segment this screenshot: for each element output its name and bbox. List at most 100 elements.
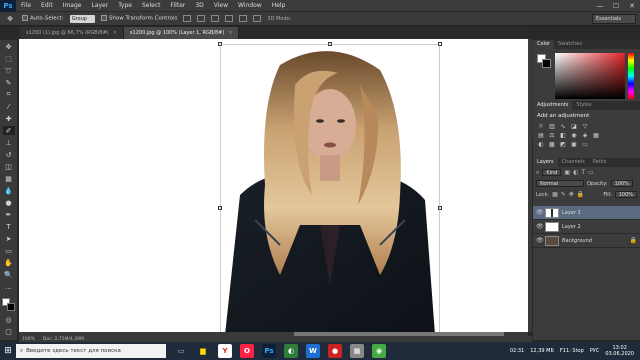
blur-tool-icon[interactable]: 💧	[3, 186, 15, 195]
clone-stamp-tool-icon[interactable]: ⊥	[3, 138, 15, 147]
close-button[interactable]: ✕	[624, 0, 640, 12]
tab-styles[interactable]: Styles	[572, 101, 595, 110]
tab-layers[interactable]: Layers	[533, 158, 558, 167]
align-middle-icon[interactable]	[197, 15, 206, 22]
levels-icon[interactable]: ▥	[548, 123, 556, 130]
menu-image[interactable]: Image	[58, 2, 87, 9]
app-red-icon[interactable]: ●	[328, 344, 342, 358]
layer-kind-dropdown[interactable]: Kind	[542, 169, 562, 176]
task-view-icon[interactable]: ▭	[174, 344, 188, 358]
background-color[interactable]	[542, 59, 551, 68]
menu-edit[interactable]: Edit	[36, 2, 58, 9]
menu-3d[interactable]: 3D	[190, 2, 208, 9]
hue-saturation-icon[interactable]: ▤	[537, 132, 545, 139]
move-tool-preset-icon[interactable]: ✥	[4, 14, 16, 23]
app-green-icon[interactable]: ◐	[284, 344, 298, 358]
opera-icon[interactable]: O	[240, 344, 254, 358]
app-gray-icon[interactable]: ▦	[350, 344, 364, 358]
auto-select-checkbox[interactable]: Auto-Select:	[22, 15, 64, 22]
transform-controls-checkbox[interactable]: Show Transform Controls	[100, 15, 177, 22]
language-indicator[interactable]: РУС	[590, 348, 600, 354]
curves-icon[interactable]: ∿	[559, 123, 567, 130]
dodge-tool-icon[interactable]: ●	[3, 198, 15, 207]
filter-pixel-icon[interactable]: ▣	[564, 169, 570, 176]
gradient-tool-icon[interactable]: ▦	[3, 174, 15, 183]
maximize-button[interactable]: ☐	[608, 0, 624, 12]
fill-field[interactable]: 100%	[614, 191, 637, 198]
close-icon[interactable]: ×	[113, 30, 117, 36]
color-balance-icon[interactable]: ⚖	[548, 132, 556, 139]
windows-start-button[interactable]: ⊞	[0, 342, 16, 360]
align-bottom-icon[interactable]	[211, 15, 220, 22]
lock-pixels-icon[interactable]: ✎	[561, 191, 566, 198]
file-explorer-icon[interactable]: ▆	[196, 344, 210, 358]
eye-icon[interactable]: 👁	[536, 209, 544, 216]
exposure-icon[interactable]: ◪	[570, 123, 578, 130]
posterize-icon[interactable]: ▩	[548, 141, 556, 148]
align-right-icon[interactable]	[253, 15, 262, 22]
healing-brush-tool-icon[interactable]: ✚	[3, 114, 15, 123]
pen-tool-icon[interactable]: ✒	[3, 210, 15, 219]
background-color-swatch[interactable]	[6, 303, 15, 311]
layer-row-layer-2[interactable]: 👁 Layer 2	[533, 220, 640, 234]
layer-row-background[interactable]: 👁 Background 🔒	[533, 234, 640, 248]
quick-select-tool-icon[interactable]: ✎	[3, 78, 15, 87]
hand-tool-icon[interactable]: ✋	[3, 258, 15, 267]
menu-layer[interactable]: Layer	[86, 2, 113, 9]
menu-type[interactable]: Type	[113, 2, 137, 9]
menu-view[interactable]: View	[209, 2, 233, 9]
move-tool-icon[interactable]: ✥	[3, 42, 15, 51]
align-center-icon[interactable]	[239, 15, 248, 22]
lock-position-icon[interactable]: ✥	[569, 191, 574, 198]
eye-icon[interactable]: 👁	[536, 223, 544, 230]
layer-row-layer-1[interactable]: 👁 Layer 1	[533, 206, 640, 220]
eraser-tool-icon[interactable]: ◫	[3, 162, 15, 171]
invert-icon[interactable]: ◐	[537, 141, 545, 148]
lasso-tool-icon[interactable]: ➰	[3, 66, 15, 75]
align-top-icon[interactable]	[183, 15, 192, 22]
auto-select-dropdown[interactable]: Group	[69, 14, 95, 23]
color-lookup-icon[interactable]: ▦	[592, 132, 600, 139]
menu-select[interactable]: Select	[137, 2, 166, 9]
filter-shape-icon[interactable]: ▭	[588, 169, 594, 176]
crop-tool-icon[interactable]: ⌗	[3, 90, 15, 99]
menu-file[interactable]: File	[16, 2, 36, 9]
lock-all-icon[interactable]: 🔒	[577, 191, 584, 198]
taskbar-search-box[interactable]: ⌕ Введите здесь текст для поиска	[16, 344, 166, 358]
eyedropper-tool-icon[interactable]: ⁄	[3, 102, 15, 111]
photoshop-taskbar-icon[interactable]: Ps	[262, 344, 276, 358]
app-camera-icon[interactable]: ◉	[372, 344, 386, 358]
canvas[interactable]	[19, 39, 528, 332]
tab-swatches[interactable]: Swatches	[554, 40, 586, 49]
screen-mode-icon[interactable]: ▢	[3, 327, 15, 336]
menu-window[interactable]: Window	[233, 2, 267, 9]
tab-paths[interactable]: Paths	[589, 158, 611, 167]
color-panel-swatches[interactable]	[537, 54, 551, 68]
yandex-browser-icon[interactable]: Y	[218, 344, 232, 358]
clock[interactable]: 13:02 03.06.2020	[605, 345, 634, 357]
type-tool-icon[interactable]: T	[3, 222, 15, 231]
tab-document-2[interactable]: s1200.jpg @ 100% (Layer 1, RGB/8#) ×	[123, 27, 240, 39]
blend-mode-dropdown[interactable]: Normal	[536, 180, 584, 187]
minimize-button[interactable]: —	[592, 0, 608, 12]
workspace-dropdown[interactable]: Essentials	[591, 13, 636, 24]
tab-adjustments[interactable]: Adjustments	[533, 101, 573, 110]
marquee-tool-icon[interactable]: ⬚	[3, 54, 15, 63]
tab-document-1[interactable]: s1200 (1).jpg @ 66,7% (RGB/8#) ×	[20, 27, 124, 39]
more-tools-icon[interactable]: …	[3, 282, 15, 291]
tab-color[interactable]: Color	[533, 40, 555, 49]
zoom-tool-icon[interactable]: 🔍	[3, 270, 15, 279]
black-white-icon[interactable]: ◧	[559, 132, 567, 139]
color-spectrum[interactable]	[555, 53, 625, 99]
channel-mixer-icon[interactable]: ◈	[581, 132, 589, 139]
close-icon[interactable]: ×	[228, 30, 232, 36]
brightness-icon[interactable]: ☼	[537, 123, 545, 130]
shape-tool-icon[interactable]: ▭	[3, 246, 15, 255]
hue-slider[interactable]	[628, 53, 634, 99]
vibrance-icon[interactable]: ▽	[581, 123, 589, 130]
history-brush-tool-icon[interactable]: ↺	[3, 150, 15, 159]
quick-mask-icon[interactable]: ◎	[3, 315, 15, 324]
gradient-map-icon[interactable]: ▭	[581, 141, 589, 148]
filter-adjustment-icon[interactable]: ◐	[573, 169, 578, 176]
path-selection-tool-icon[interactable]: ➤	[3, 234, 15, 243]
